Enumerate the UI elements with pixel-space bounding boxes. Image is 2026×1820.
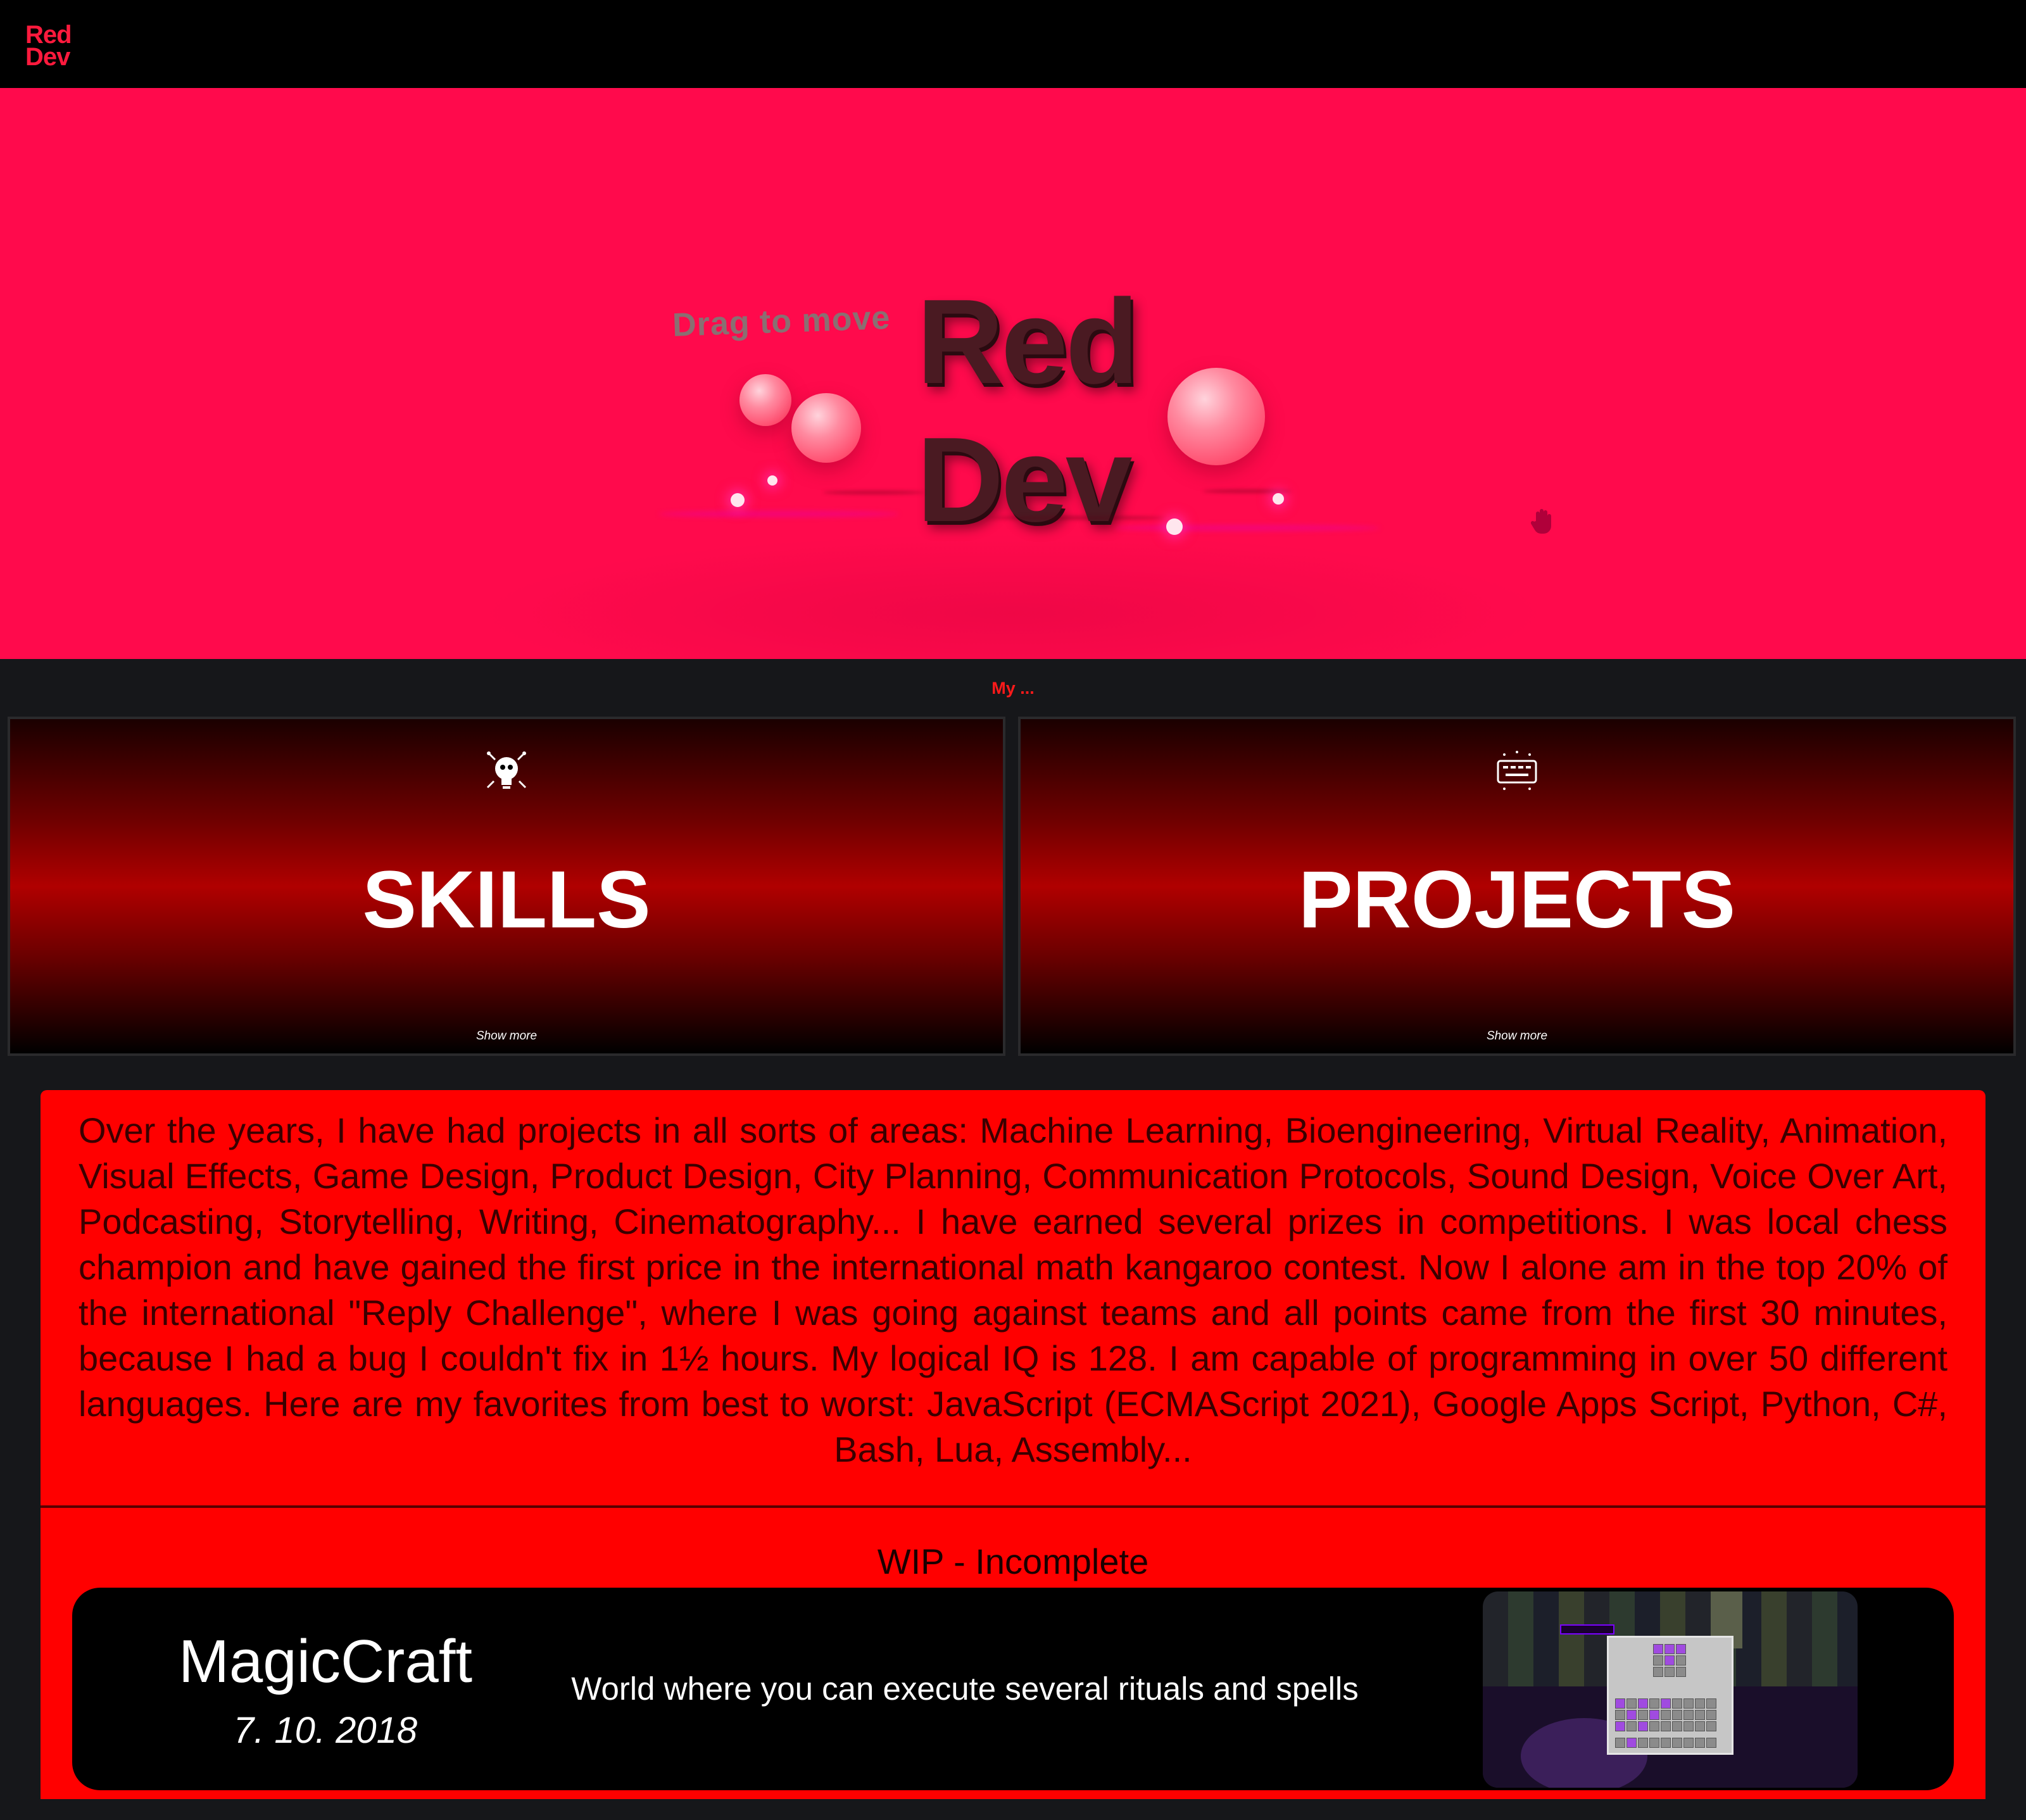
top-navbar: Red Dev [0,0,2026,88]
project-card-magiccraft[interactable]: MagicCraft 7. 10. 2018 World where you c… [72,1588,1954,1790]
thumbnail-tooltip [1560,1624,1614,1635]
glow-dot-4 [1273,493,1284,505]
hero-title-line-2: Dev [917,413,1133,547]
glow-dot-2 [767,475,777,486]
lightbulb-icon [481,746,532,796]
skills-card[interactable]: SKILLS Show more [8,717,1005,1056]
about-panel: Over the years, I have had projects in a… [41,1090,1985,1507]
skills-card-title: SKILLS [362,855,651,945]
project-thumbnail[interactable] [1483,1591,1858,1788]
glow-dot-1 [731,493,745,507]
thumbnail-inventory-gui [1607,1636,1733,1755]
sphere-medium-left[interactable] [791,393,861,463]
keyboard-icon [1492,746,1542,796]
hand-cursor-icon [1530,507,1556,541]
hero-title-line-1: Red [917,275,1139,409]
skills-show-more-link[interactable]: Show more [10,1029,1003,1043]
site-logo[interactable]: Red Dev [25,22,72,71]
floor-shadow-center [988,516,1165,520]
sphere-large-right[interactable] [1167,368,1265,465]
hero-3d-title: Red Dev [917,273,1139,549]
wip-section: WIP - Incomplete MagicCraft 7. 10. 2018 … [41,1508,1985,1799]
drag-hint-text: Drag to move [672,299,891,344]
wip-title: WIP - Incomplete [877,1541,1149,1581]
about-text: Over the years, I have had projects in a… [79,1110,1947,1469]
project-description: World where you can execute several ritu… [571,1671,1359,1707]
glow-ring-right [1114,525,1380,531]
hero-3d-scene[interactable]: Drag to move Red Dev [0,88,2026,659]
glow-dot-3 [1166,518,1183,535]
glow-ring-left [658,511,899,517]
projects-card[interactable]: PROJECTS Show more [1018,717,2016,1056]
projects-card-title: PROJECTS [1299,855,1735,945]
projects-show-more-link[interactable]: Show more [1021,1029,2013,1043]
logo-line-2: Dev [25,43,70,71]
project-name: MagicCraft [178,1628,473,1695]
section-label-my: My ... [991,679,1035,698]
project-date: 7. 10. 2018 [233,1710,418,1751]
sphere-small-left[interactable] [739,374,791,426]
floor-shadow-left [823,491,924,494]
